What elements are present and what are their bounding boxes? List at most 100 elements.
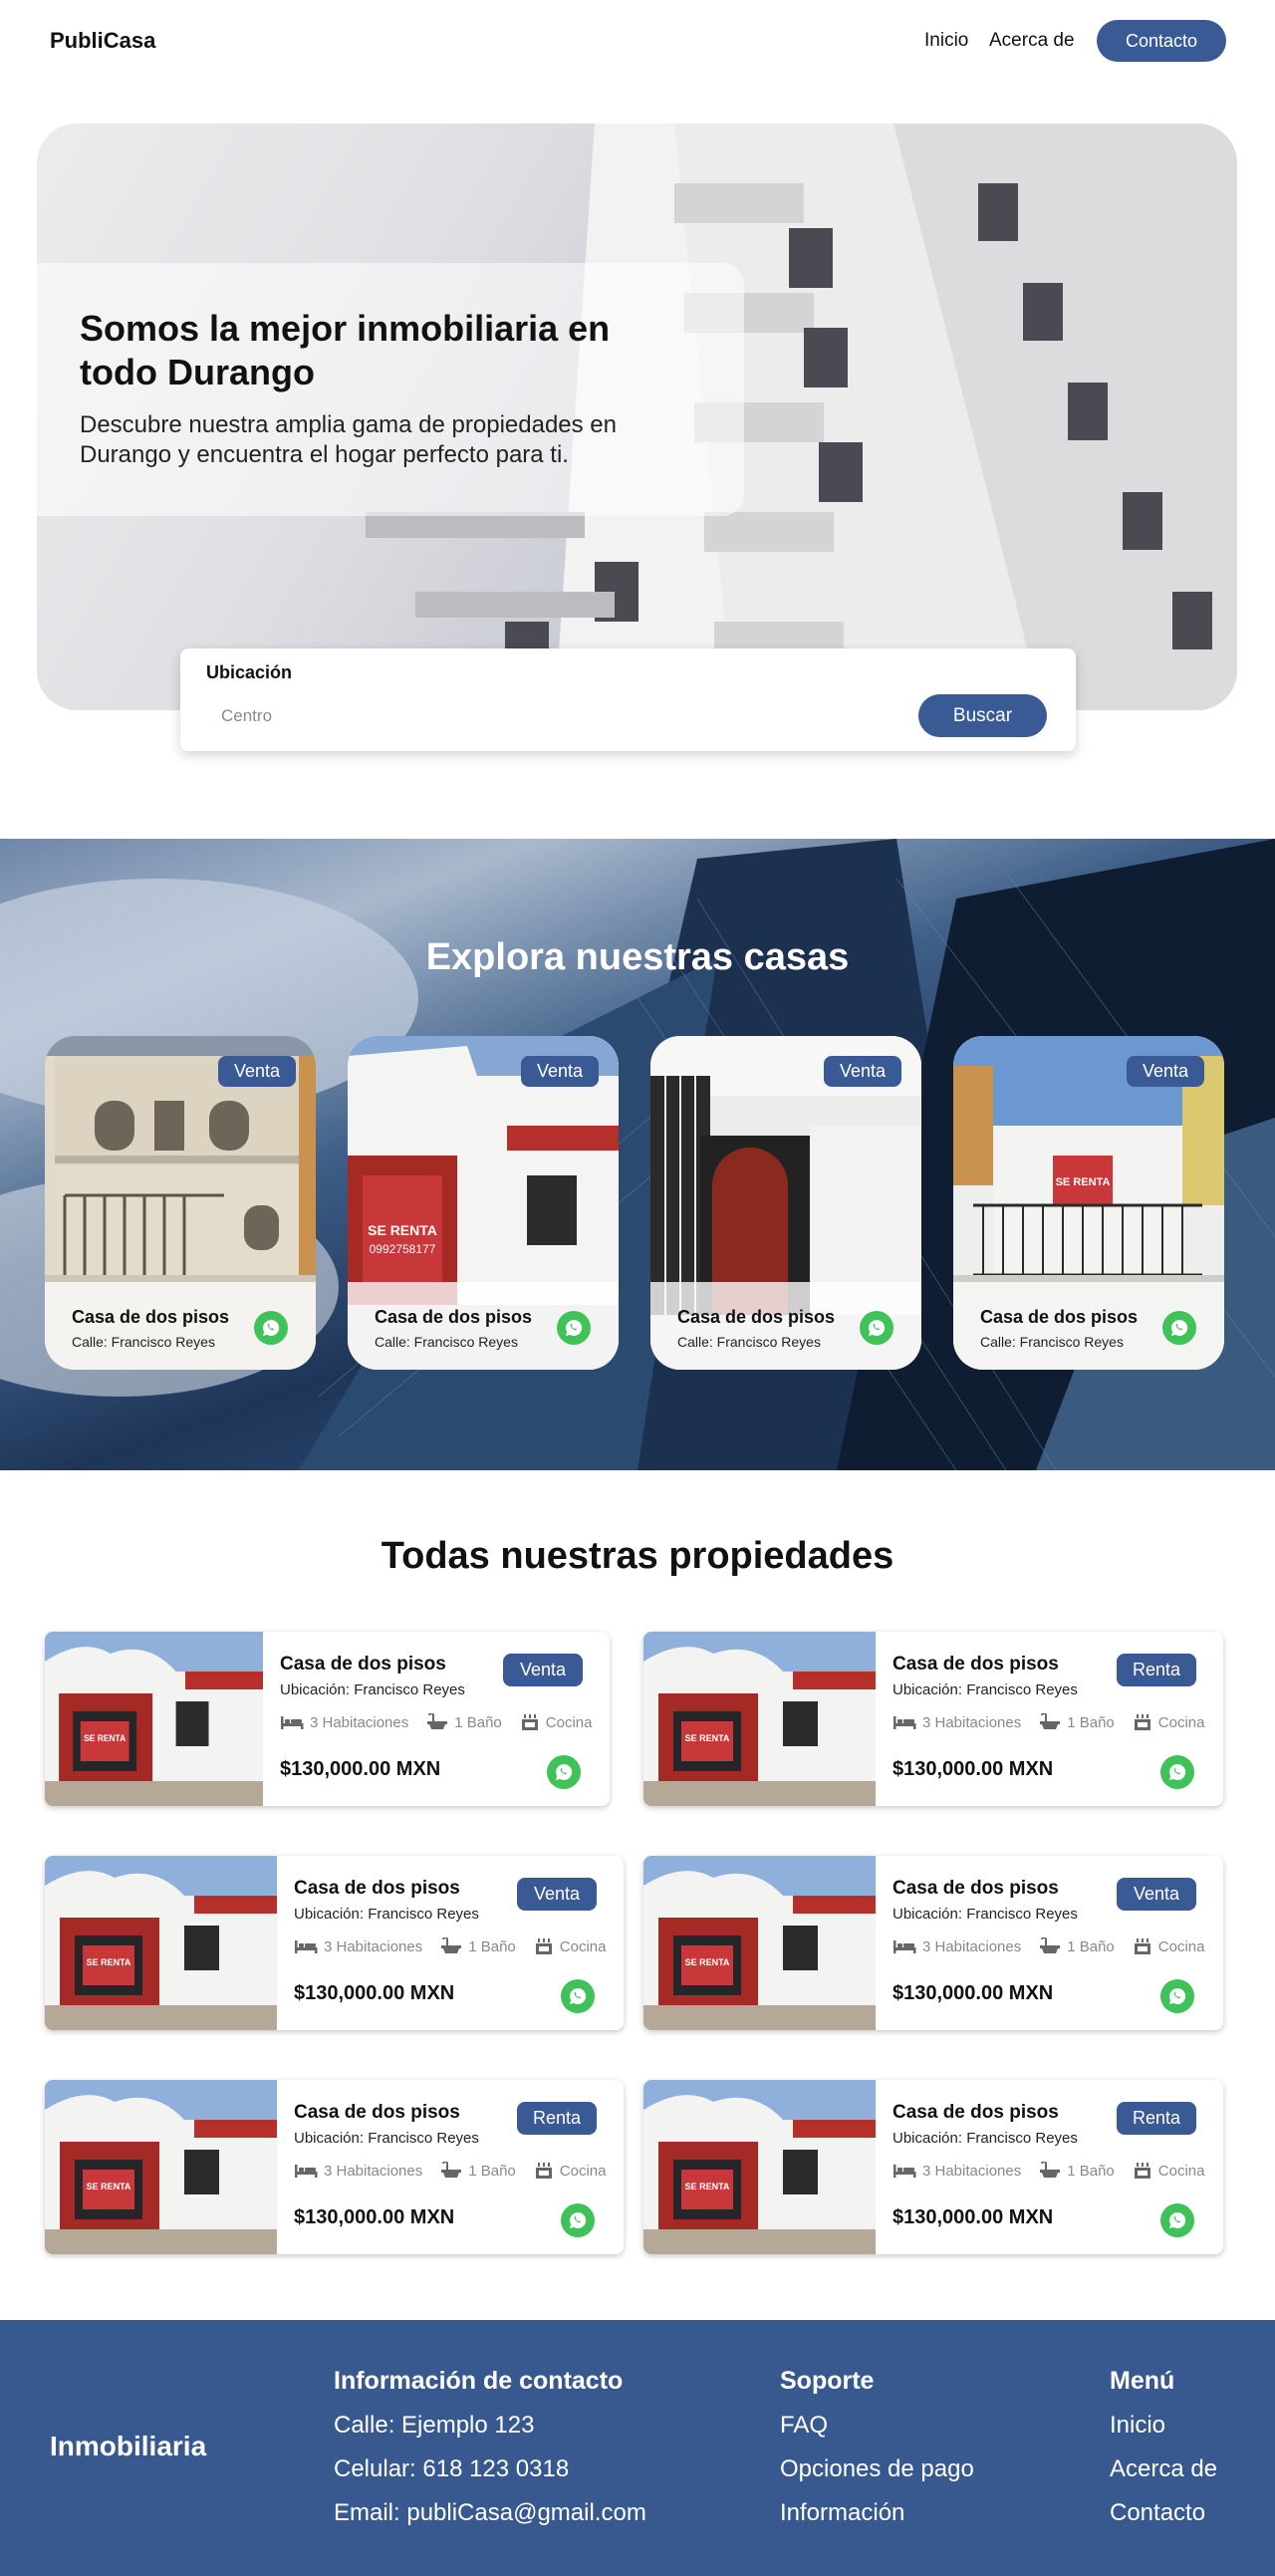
svg-text:SE RENTA: SE RENTA (87, 2182, 131, 2191)
whatsapp-icon[interactable] (1162, 1311, 1196, 1345)
property-image[interactable]: SE RENTA (45, 2080, 277, 2254)
footer-menu-title: Menú (1110, 2367, 1175, 2395)
property-price: $130,000.00 MXN (294, 1982, 455, 2004)
property-status-badge: Renta (1117, 2102, 1196, 2135)
house-card[interactable]: SE RENTA Venta Casa de dos pisos Calle: … (953, 1036, 1224, 1370)
footer-link-faq[interactable]: FAQ (780, 2412, 828, 2440)
property-card[interactable]: SE RENTA Casa de dos pisos Ubicación: Fr… (45, 1632, 610, 1806)
search-button[interactable]: Buscar (918, 694, 1047, 737)
baths-count: 1 Baño (468, 1937, 516, 1955)
house-card[interactable]: Venta Casa de dos pisos Calle: Francisco… (650, 1036, 921, 1370)
property-price: $130,000.00 MXN (892, 2206, 1054, 2228)
bed-icon (893, 2165, 916, 2178)
property-features: 3 Habitaciones 1 Baño Cocina (280, 1713, 592, 1731)
whatsapp-icon[interactable] (1160, 1755, 1194, 1789)
property-image[interactable]: SE RENTA (45, 1856, 277, 2030)
property-features: 3 Habitaciones 1 Baño Cocina (892, 1713, 1204, 1731)
footer-link-inicio[interactable]: Inicio (1110, 2412, 1165, 2440)
baths-count: 1 Baño (468, 2162, 516, 2180)
kitchen-icon (1134, 1938, 1150, 1954)
svg-text:SE RENTA: SE RENTA (685, 1957, 730, 1967)
kitchen-icon (1134, 2163, 1150, 2179)
kitchen-icon (521, 1714, 538, 1730)
bed-icon (295, 2165, 318, 2178)
whatsapp-icon[interactable] (1160, 1979, 1194, 2013)
bathtub-icon (441, 2162, 462, 2178)
svg-text:SE RENTA: SE RENTA (685, 2182, 730, 2191)
whatsapp-icon[interactable] (561, 1979, 595, 2013)
whatsapp-icon[interactable] (547, 1755, 581, 1789)
property-card[interactable]: SE RENTA Casa de dos pisos Ubicación: Fr… (643, 1856, 1223, 2030)
baths-count: 1 Baño (1067, 1937, 1115, 1955)
property-features: 3 Habitaciones 1 Baño Cocina (294, 1937, 606, 1955)
property-card[interactable]: SE RENTA Casa de dos pisos Ubicación: Fr… (643, 1632, 1223, 1806)
kitchen-label: Cocina (559, 2162, 607, 2180)
property-image[interactable]: SE RENTA (643, 1856, 876, 2030)
footer-address: Calle: Ejemplo 123 (334, 2412, 535, 2439)
property-title: Casa de dos pisos (294, 2102, 460, 2123)
property-title: Casa de dos pisos (892, 2102, 1059, 2123)
nav-link-acerca[interactable]: Acerca de (989, 30, 1075, 52)
house-thumbnail: SE RENTA (643, 2080, 876, 2254)
bathtub-icon (1040, 1713, 1061, 1729)
bathtub-icon (427, 1713, 448, 1729)
card-street: Calle: Francisco Reyes (72, 1334, 215, 1350)
kitchen-icon (535, 1938, 552, 1954)
footer-email[interactable]: Email: publiCasa@gmail.com (334, 2499, 646, 2527)
property-title: Casa de dos pisos (280, 1654, 446, 1674)
card-title: Casa de dos pisos (375, 1307, 533, 1327)
footer-link-info[interactable]: Información (780, 2499, 904, 2527)
properties-title: Todas nuestras propiedades (381, 1535, 894, 1577)
location-input[interactable] (206, 696, 844, 736)
house-card[interactable]: Venta Casa de dos pisos Calle: Francisco… (45, 1036, 316, 1370)
property-image[interactable]: SE RENTA (643, 2080, 876, 2254)
property-card[interactable]: SE RENTA Casa de dos pisos Ubicación: Fr… (45, 2080, 624, 2254)
footer-link-payment[interactable]: Opciones de pago (780, 2455, 974, 2483)
status-badge: Venta (823, 1056, 901, 1087)
rooms-count: 3 Habitaciones (324, 2162, 423, 2180)
footer-link-contacto[interactable]: Contacto (1110, 2499, 1205, 2527)
kitchen-icon (535, 2163, 552, 2179)
property-card[interactable]: SE RENTA Casa de dos pisos Ubicación: Fr… (45, 1856, 624, 2030)
house-card[interactable]: SE RENTA 0992758177 Venta Casa de dos pi… (348, 1036, 619, 1370)
contact-button[interactable]: Contacto (1097, 20, 1226, 62)
top-navigation: PubliCasa Inicio Acerca de Contacto (0, 0, 1275, 82)
whatsapp-icon[interactable] (561, 2203, 595, 2237)
card-street: Calle: Francisco Reyes (375, 1334, 518, 1350)
explore-title: Explora nuestras casas (425, 936, 850, 978)
footer-link-acerca[interactable]: Acerca de (1110, 2455, 1217, 2483)
property-price: $130,000.00 MXN (280, 1758, 441, 1780)
brand-logo[interactable]: PubliCasa (50, 28, 155, 54)
property-card[interactable]: SE RENTA Casa de dos pisos Ubicación: Fr… (643, 2080, 1223, 2254)
whatsapp-icon[interactable] (557, 1311, 591, 1345)
property-status-badge: Venta (1117, 1878, 1196, 1911)
status-badge: Venta (520, 1056, 599, 1087)
whatsapp-icon[interactable] (860, 1311, 893, 1345)
house-thumbnail: SE RENTA (643, 1856, 876, 2030)
property-image[interactable]: SE RENTA (45, 1632, 263, 1806)
whatsapp-icon[interactable] (1160, 2203, 1194, 2237)
baths-count: 1 Baño (1067, 1713, 1115, 1731)
property-status-badge: Renta (1117, 1654, 1196, 1686)
hero-subtitle: Descubre nuestra amplia gama de propieda… (80, 411, 618, 468)
whatsapp-icon[interactable] (254, 1311, 288, 1345)
property-image[interactable]: SE RENTA (643, 1632, 876, 1806)
footer-support-title: Soporte (780, 2367, 875, 2395)
house-thumbnail: SE RENTA (643, 1632, 876, 1806)
kitchen-label: Cocina (559, 1937, 607, 1955)
property-price: $130,000.00 MXN (892, 1982, 1054, 2004)
rooms-count: 3 Habitaciones (324, 1937, 423, 1955)
kitchen-icon (1134, 1714, 1150, 1730)
svg-text:SE RENTA: SE RENTA (685, 1733, 730, 1743)
property-price: $130,000.00 MXN (892, 1758, 1054, 1780)
rooms-count: 3 Habitaciones (922, 1937, 1022, 1955)
card-street: Calle: Francisco Reyes (980, 1334, 1124, 1350)
house-thumbnail: SE RENTA (45, 1856, 277, 2030)
card-title: Casa de dos pisos (980, 1307, 1139, 1327)
rooms-count: 3 Habitaciones (310, 1713, 409, 1731)
rooms-count: 3 Habitaciones (922, 2162, 1022, 2180)
property-title: Casa de dos pisos (294, 1878, 460, 1899)
property-location: Ubicación: Francisco Reyes (294, 1906, 479, 1923)
nav-link-inicio[interactable]: Inicio (924, 30, 968, 52)
bathtub-icon (1040, 1937, 1061, 1953)
